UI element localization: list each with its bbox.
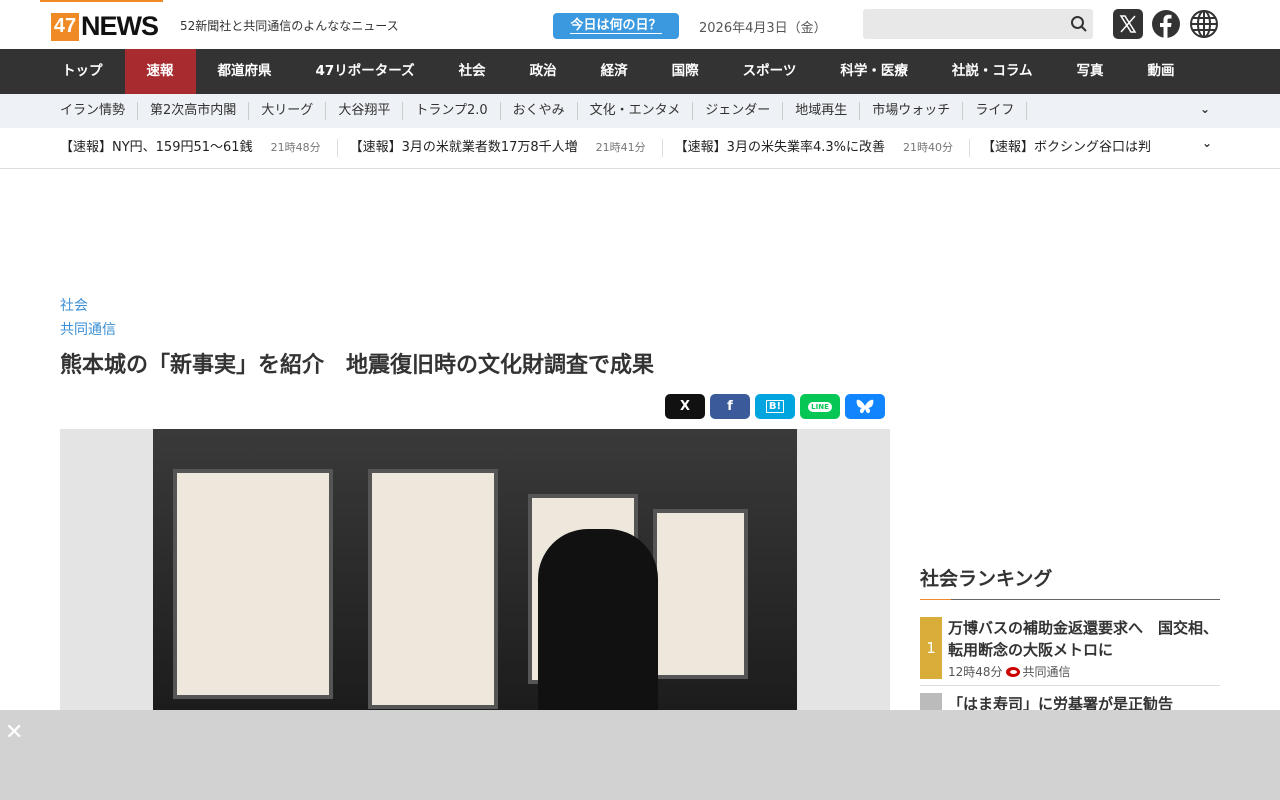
ticker-title: 【速報】NY円、159円51～61銭 bbox=[60, 140, 253, 155]
nav-society[interactable]: 社会 bbox=[437, 49, 508, 94]
share-x-button[interactable]: X bbox=[665, 394, 705, 419]
header: 47 NEWS 52新聞社と共同通信のよんななニュース 今日は何の日？ 2026… bbox=[0, 0, 1280, 49]
nav-top[interactable]: トップ bbox=[40, 49, 125, 94]
ranking-time: 12時48分 bbox=[948, 665, 1003, 679]
chevron-down-icon[interactable]: ⌄ bbox=[1200, 136, 1215, 150]
article-category[interactable]: 社会 bbox=[60, 295, 88, 315]
ranking-divider bbox=[920, 599, 1220, 600]
ticker-title: 【速報】3月の米就業者数17万8千人増 bbox=[349, 140, 578, 155]
date: 2026年4月3日（金） bbox=[699, 21, 827, 36]
topic-item[interactable]: 第2次高市内閣 bbox=[138, 102, 250, 120]
topic-item[interactable]: 大谷翔平 bbox=[326, 102, 404, 120]
breaking-ticker: 【速報】NY円、159円51～61銭 21時48分 【速報】3月の米就業者数17万… bbox=[0, 128, 1280, 169]
ranking-item-meta: 12時48分 共同通信 bbox=[948, 663, 1071, 680]
search-icon[interactable] bbox=[1070, 15, 1088, 33]
x-icon[interactable] bbox=[1113, 9, 1143, 39]
topic-item[interactable]: ライフ bbox=[963, 102, 1028, 120]
rank-number: 1 bbox=[920, 617, 942, 679]
kyodo-logo-icon bbox=[1005, 666, 1020, 677]
nav-sports[interactable]: スポーツ bbox=[721, 49, 819, 94]
nav-photos[interactable]: 写真 bbox=[1054, 49, 1125, 94]
ranking-item-title[interactable]: 万博バスの補助金返還要求へ 国交相、転用断念の大阪メトロに bbox=[948, 617, 1218, 661]
topic-item[interactable]: トランプ2.0 bbox=[403, 102, 501, 120]
close-icon[interactable]: ✕ bbox=[5, 720, 23, 745]
ticker-time: 21時48分 bbox=[270, 141, 321, 154]
ticker-title: 【速報】ボクシング谷口は判 bbox=[981, 140, 1151, 155]
nav-science[interactable]: 科学・医療 bbox=[818, 49, 930, 94]
nav-politics[interactable]: 政治 bbox=[508, 49, 579, 94]
logo-text: NEWS bbox=[81, 11, 159, 41]
accent-line bbox=[40, 0, 163, 2]
nav-videos[interactable]: 動画 bbox=[1125, 49, 1196, 94]
ticker-title: 【速報】3月の米失業率4.3%に改善 bbox=[674, 140, 885, 155]
topic-item[interactable]: 大リーグ bbox=[249, 102, 327, 120]
nav-economy[interactable]: 経済 bbox=[579, 49, 650, 94]
line-icon: LINE bbox=[808, 401, 832, 412]
bluesky-icon bbox=[856, 399, 874, 413]
share-facebook-button[interactable]: f bbox=[710, 394, 750, 419]
facebook-icon[interactable] bbox=[1151, 9, 1181, 39]
topic-item[interactable]: 文化・エンタメ bbox=[578, 102, 694, 120]
ticker-time: 21時41分 bbox=[595, 141, 646, 154]
ranking-title: 社会ランキング bbox=[920, 568, 1053, 590]
share-bluesky-button[interactable] bbox=[845, 394, 885, 419]
facebook-icon: f bbox=[727, 399, 733, 414]
today-label: 今日は何の日？ bbox=[570, 18, 662, 34]
ticker-time: 21時40分 bbox=[902, 141, 953, 154]
hatena-icon: B! bbox=[765, 400, 785, 413]
ticker-item[interactable]: 【速報】3月の米就業者数17万8千人増 21時41分 bbox=[350, 139, 663, 157]
logo[interactable]: 47 NEWS bbox=[51, 11, 159, 42]
x-icon: X bbox=[679, 399, 691, 414]
topic-item[interactable]: おくやみ bbox=[501, 102, 578, 120]
ranking-source: 共同通信 bbox=[1022, 665, 1071, 679]
globe-icon[interactable] bbox=[1189, 9, 1219, 39]
main-nav: トップ 速報 都道府県 47リポーターズ 社会 政治 経済 国際 スポーツ 科学… bbox=[0, 49, 1280, 94]
article-source[interactable]: 共同通信 bbox=[60, 319, 116, 339]
share-line-button[interactable]: LINE bbox=[800, 394, 840, 419]
article-title: 熊本城の「新事実」を紹介 地震復旧時の文化財調査で成果 bbox=[60, 353, 655, 378]
topic-item[interactable]: 地域再生 bbox=[783, 102, 861, 120]
topic-item[interactable]: イラン情勢 bbox=[48, 102, 139, 120]
nav-prefectures[interactable]: 都道府県 bbox=[196, 49, 294, 94]
today-button[interactable]: 今日は何の日？ bbox=[553, 13, 679, 39]
ticker-item[interactable]: 【速報】NY円、159円51～61銭 21時48分 bbox=[60, 139, 338, 157]
ad-overlay: ✕ bbox=[0, 710, 1280, 800]
search-input[interactable] bbox=[863, 9, 1093, 39]
logo-number: 47 bbox=[51, 12, 79, 41]
chevron-down-icon[interactable]: ⌄ bbox=[1200, 102, 1210, 116]
topic-item[interactable]: ジェンダー bbox=[693, 102, 784, 120]
article-photo[interactable] bbox=[153, 429, 797, 710]
share-hatena-button[interactable]: B! bbox=[755, 394, 795, 419]
nav-breaking[interactable]: 速報 bbox=[124, 49, 196, 94]
tagline: 52新聞社と共同通信のよんななニュース bbox=[180, 19, 399, 33]
topic-item[interactable]: 市場ウォッチ bbox=[860, 102, 964, 120]
nav-international[interactable]: 国際 bbox=[650, 49, 721, 94]
nav-editorial[interactable]: 社説・コラム bbox=[930, 49, 1055, 94]
topic-nav: イラン情勢 第2次高市内閣 大リーグ 大谷翔平 トランプ2.0 おくやみ 文化・… bbox=[0, 94, 1280, 128]
ranking-separator bbox=[920, 685, 1220, 686]
ticker-item[interactable]: 【速報】ボクシング谷口は判 bbox=[982, 139, 1167, 157]
ticker-item[interactable]: 【速報】3月の米失業率4.3%に改善 21時40分 bbox=[675, 139, 970, 157]
nav-47reporters[interactable]: 47リポーターズ bbox=[294, 49, 437, 94]
